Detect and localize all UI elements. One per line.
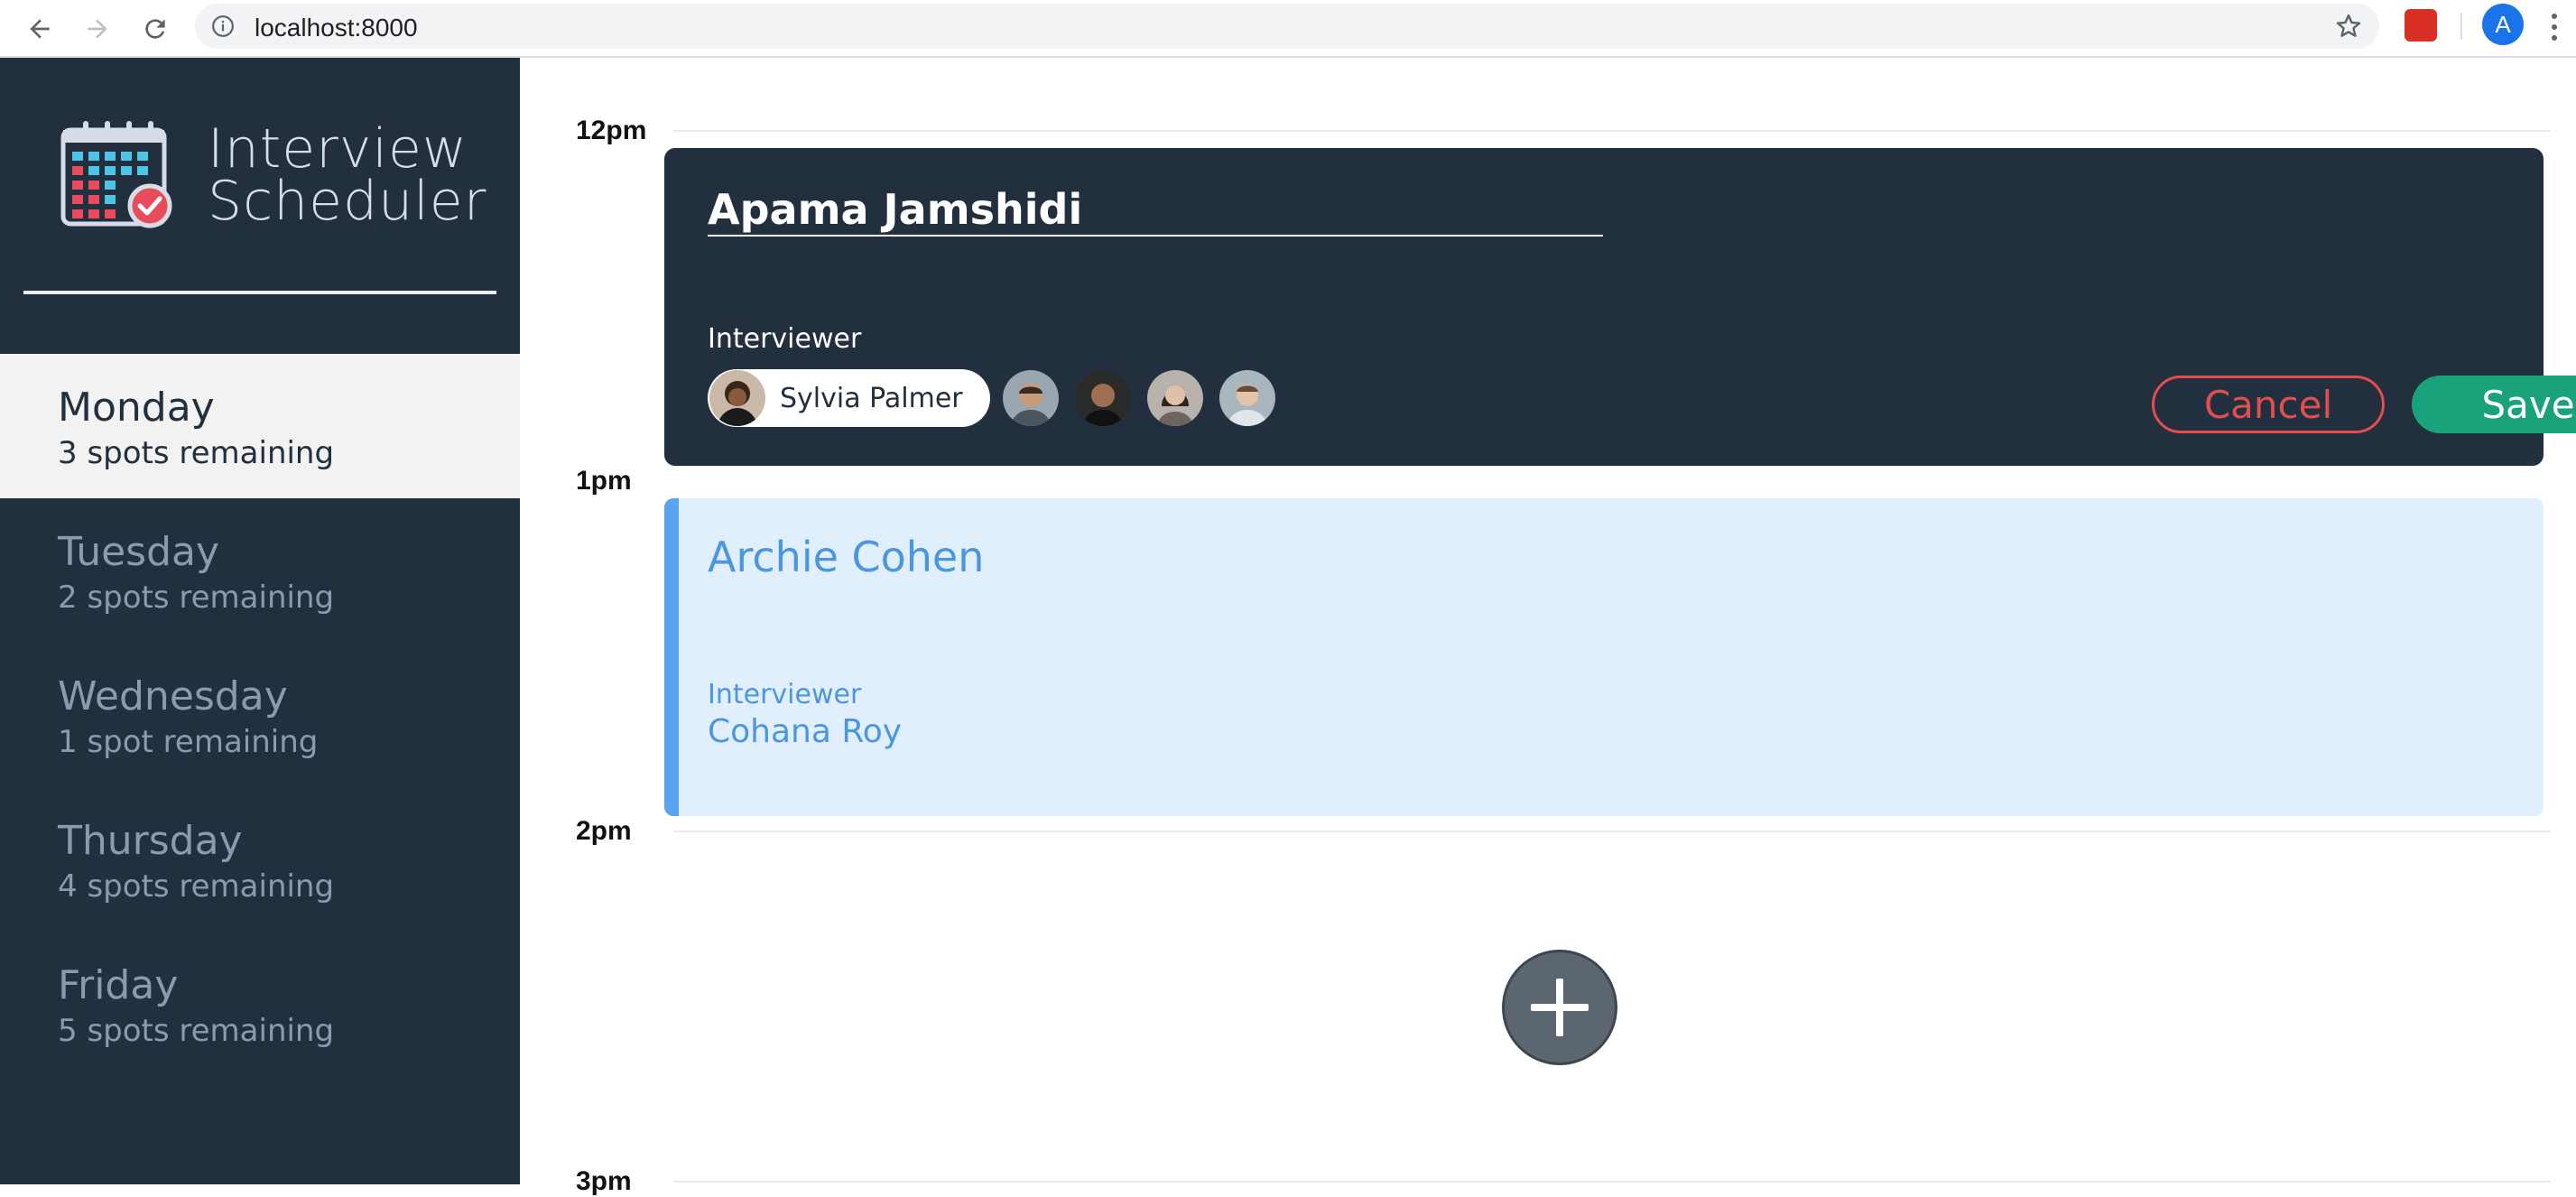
plus-icon [1531,979,1589,1036]
day-name: Friday [58,962,179,1008]
day-name: Monday [58,385,215,431]
schedule: 12pm Interviewer Sylvia Palmer [520,58,2576,1196]
sidebar-divider [23,291,496,294]
student-name: Archie Cohen [708,533,985,581]
day-name: Wednesday [58,673,288,719]
address-bar[interactable]: localhost:8000 [195,4,2379,49]
day-item-thursday[interactable]: Thursday 4 spots remaining [0,787,520,932]
day-spots: 4 spots remaining [58,868,335,905]
app-title: Interview Scheduler [208,117,487,233]
toolbar-divider [2460,13,2462,40]
app-title-line-2: Scheduler [208,170,487,233]
sidebar: Interview Scheduler Monday 3 spots remai… [0,58,520,1184]
interviewer-avatar-5[interactable] [1219,370,1275,426]
save-button[interactable]: Save [2412,376,2576,433]
hour-label-2pm: 2pm [576,816,632,846]
calendar-logo-icon [60,121,172,228]
day-name: Tuesday [58,529,220,575]
day-item-wednesday[interactable]: Wednesday 1 spot remaining [0,643,520,787]
interviewer-item-selected[interactable]: Sylvia Palmer [708,369,990,427]
interviewer-avatar-4[interactable] [1146,370,1203,426]
hour-divider [673,1181,2551,1183]
forward-icon [88,19,107,39]
interviewer-avatar-3[interactable] [1074,370,1131,426]
reload-button[interactable] [134,7,177,51]
hour-label-1pm: 1pm [576,466,632,496]
interviewer-label: Interviewer [708,323,862,355]
extension-icon[interactable] [2405,9,2437,42]
browser-toolbar: localhost:8000 A [0,0,2576,58]
forward-button[interactable] [76,7,119,51]
hour-divider [673,830,2551,832]
interviewer-name: Cohana Roy [708,713,903,750]
back-button[interactable] [18,7,61,51]
add-appointment-button[interactable] [1502,950,1617,1065]
app-title-line-1: Interview [208,117,468,181]
day-spots: 1 spot remaining [58,724,319,760]
interviewer-name: Sylvia Palmer [780,382,963,414]
cancel-button[interactable]: Cancel [2152,376,2385,433]
day-item-monday[interactable]: Monday 3 spots remaining [0,354,520,498]
day-item-friday[interactable]: Friday 5 spots remaining [0,932,520,1076]
star-icon[interactable] [2334,12,2363,41]
day-item-tuesday[interactable]: Tuesday 2 spots remaining [0,498,520,643]
interviewer-avatar-2[interactable] [1002,370,1059,426]
kebab-menu-icon[interactable] [2545,9,2563,45]
info-icon[interactable] [211,14,235,38]
day-name: Thursday [58,818,243,864]
appointment-form: Interviewer Sylvia Palmer Cancel Save [664,148,2576,466]
back-icon [30,19,50,39]
hour-label-3pm: 3pm [576,1166,632,1196]
day-spots: 5 spots remaining [58,1013,335,1049]
url-text[interactable]: localhost:8000 [255,14,418,42]
interviewer-avatar [709,370,765,426]
interviewer-list: Sylvia Palmer [708,368,1292,428]
day-spots: 3 spots remaining [58,435,335,471]
reload-icon [145,19,165,39]
day-spots: 2 spots remaining [58,580,335,616]
hour-divider [673,130,2551,132]
appointment-card[interactable]: Archie Cohen Interviewer Cohana Roy [664,498,2544,816]
student-name-input[interactable] [708,184,1603,237]
hour-label-12pm: 12pm [576,116,647,145]
profile-avatar[interactable]: A [2482,4,2524,45]
interviewer-label: Interviewer [708,679,862,710]
